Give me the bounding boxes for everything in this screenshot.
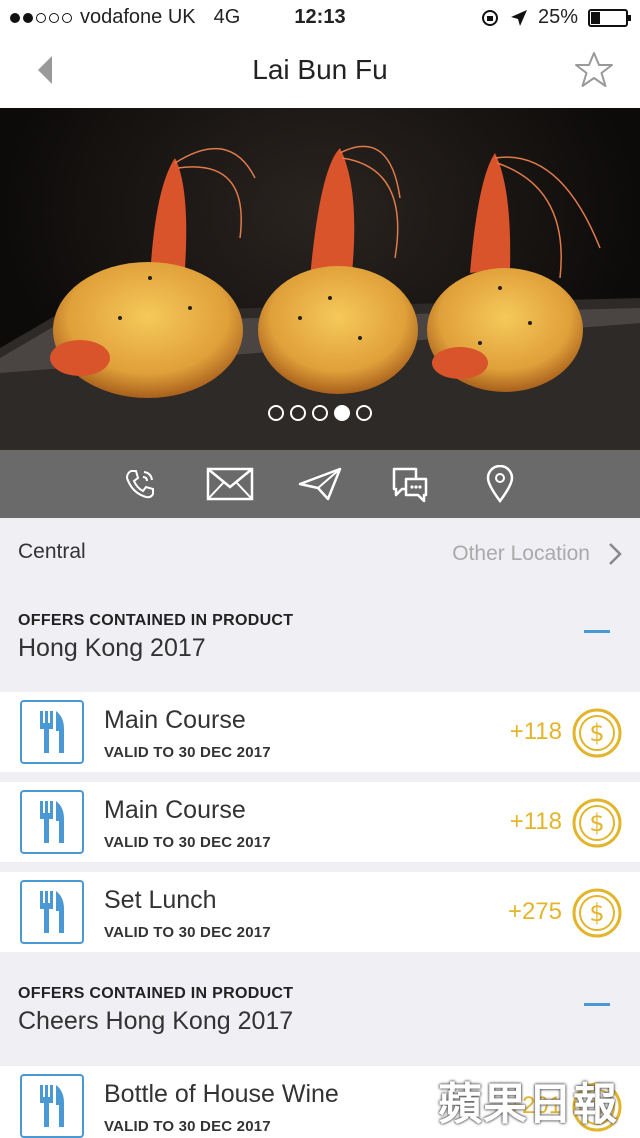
carousel-pagination[interactable] (0, 405, 640, 421)
hero-image-carousel[interactable] (0, 108, 640, 450)
cutlery-icon (20, 1074, 84, 1138)
page-title: Lai Bun Fu (252, 54, 388, 85)
collapse-icon[interactable] (584, 630, 610, 633)
offer-section-header: OFFERS CONTAINED IN PRODUCT Cheers Hong … (0, 963, 640, 1063)
offer-points: +118 (509, 718, 562, 745)
carousel-dot[interactable] (312, 405, 328, 421)
offer-validity: VALID TO 30 DEC 2017 (104, 924, 271, 941)
offer-points: +275 (507, 898, 562, 925)
coin-icon: $ (572, 708, 622, 758)
message-button[interactable] (386, 464, 434, 504)
location-selector[interactable]: Central Other Location (0, 518, 640, 590)
coin-icon: $ (572, 888, 622, 938)
status-right: 25% (480, 6, 631, 29)
phone-icon (125, 470, 154, 499)
map-pin-icon (486, 465, 514, 503)
chat-icon (392, 467, 428, 503)
offer-name: Main Course (104, 706, 246, 734)
svg-text:$: $ (589, 809, 604, 837)
other-location-link[interactable]: Other Location (452, 542, 590, 566)
offer-row[interactable]: Main Course VALID TO 30 DEC 2017 +118 $ (0, 692, 640, 772)
orientation-lock-icon (481, 9, 498, 26)
cutlery-icon (20, 700, 84, 764)
carousel-dot[interactable] (356, 405, 372, 421)
offer-points: +118 (509, 808, 562, 835)
mail-icon (206, 467, 254, 501)
svg-text:$: $ (589, 899, 604, 927)
current-location: Central (18, 540, 86, 563)
offer-name: Set Lunch (104, 886, 217, 914)
carousel-dot[interactable] (334, 405, 350, 421)
cutlery-icon (20, 790, 84, 854)
battery-icon (588, 8, 631, 27)
offer-validity: VALID TO 30 DEC 2017 (104, 1118, 271, 1135)
favorite-star-icon[interactable] (574, 50, 614, 90)
cutlery-icon (20, 880, 84, 944)
food-photo (0, 145, 640, 450)
contact-action-bar (0, 450, 640, 518)
section-name: Hong Kong 2017 (18, 634, 206, 662)
svg-text:$: $ (589, 719, 604, 747)
carousel-dot[interactable] (290, 405, 306, 421)
chevron-right-icon (609, 543, 622, 565)
offer-section-header: OFFERS CONTAINED IN PRODUCT Hong Kong 20… (0, 590, 640, 690)
share-button[interactable] (296, 464, 344, 504)
navigation-bar: Lai Bun Fu (0, 36, 640, 108)
section-name: Cheers Hong Kong 2017 (18, 1007, 294, 1035)
coin-icon: $ (572, 798, 622, 848)
newspaper-watermark: 蘋果日報 (438, 1079, 618, 1130)
offer-row[interactable]: Main Course VALID TO 30 DEC 2017 +118 $ (0, 782, 640, 862)
map-button[interactable] (476, 464, 524, 504)
send-icon (298, 467, 342, 501)
section-caption: OFFERS CONTAINED IN PRODUCT (18, 985, 294, 1002)
collapse-icon[interactable] (584, 1003, 610, 1006)
call-button[interactable] (116, 464, 164, 504)
email-button[interactable] (206, 464, 254, 504)
section-caption: OFFERS CONTAINED IN PRODUCT (18, 612, 294, 629)
location-arrow-icon (510, 9, 527, 26)
offer-name: Bottle of House Wine (104, 1080, 339, 1108)
offer-validity: VALID TO 30 DEC 2017 (104, 744, 271, 761)
status-bar: vodafone UK 4G 12:13 25% (0, 0, 640, 36)
carousel-dot[interactable] (268, 405, 284, 421)
offer-validity: VALID TO 30 DEC 2017 (104, 834, 271, 851)
offer-name: Main Course (104, 796, 246, 824)
battery-percent: 25% (537, 6, 578, 28)
offer-row[interactable]: Set Lunch VALID TO 30 DEC 2017 +275 $ (0, 872, 640, 952)
